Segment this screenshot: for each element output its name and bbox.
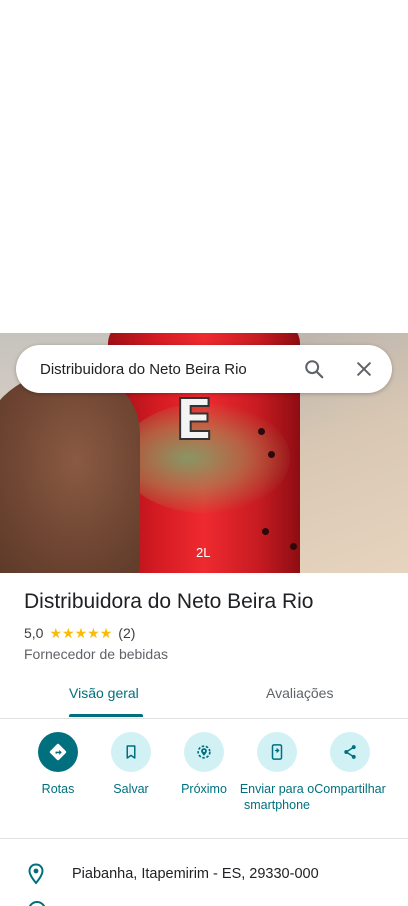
place-page: E 2L Distribuidora do Neto Beira Rio Dis… — [0, 0, 408, 906]
search-icon[interactable] — [302, 357, 326, 381]
info-row-icon — [28, 901, 46, 906]
photo-dot — [290, 543, 297, 550]
photo-hand — [0, 373, 140, 573]
section-divider — [0, 838, 408, 839]
nearby-button[interactable]: Próximo — [165, 732, 243, 797]
share-label: Compartilhar — [314, 782, 386, 796]
place-title: Distribuidora do Neto Beira Rio — [24, 590, 314, 613]
send-to-phone-button[interactable]: Enviar para o smartphone — [238, 732, 316, 813]
reviews-count: (2) — [118, 625, 136, 641]
tab-reviews[interactable]: Avaliações — [266, 685, 333, 701]
close-icon[interactable] — [352, 357, 376, 381]
send-to-phone-icon — [257, 732, 297, 772]
directions-button[interactable]: Rotas — [19, 732, 97, 797]
directions-icon — [38, 732, 78, 772]
directions-label: Rotas — [41, 782, 75, 796]
photo-can-letters: E — [174, 387, 216, 454]
place-category: Fornecedor de bebidas — [24, 646, 168, 662]
star-icon: ★ — [49, 625, 63, 641]
rating-value: 5,0 — [24, 625, 44, 641]
address-text: Piabanha, Itapemirim - ES, 29330-000 — [72, 866, 319, 882]
save-label: Salvar — [113, 782, 149, 796]
tab-bar: Visão geral Avaliações — [0, 672, 408, 719]
bookmark-icon — [111, 732, 151, 772]
save-button[interactable]: Salvar — [92, 732, 170, 797]
star-icon: ★ — [87, 625, 100, 641]
active-tab-indicator — [69, 714, 143, 717]
search-query[interactable]: Distribuidora do Neto Beira Rio — [16, 361, 302, 378]
address-row[interactable]: Piabanha, Itapemirim - ES, 29330-000 — [24, 862, 394, 886]
search-bar[interactable]: Distribuidora do Neto Beira Rio — [16, 345, 392, 393]
photo-dot — [262, 528, 269, 535]
nearby-icon — [184, 732, 224, 772]
star-icon: ★ — [99, 625, 113, 641]
share-icon — [330, 732, 370, 772]
rating-row[interactable]: 5,0 ★ ★ ★ ★ ★ (2) — [24, 625, 135, 641]
photo-can-volume: 2L — [196, 545, 211, 560]
share-button[interactable]: Compartilhar — [311, 732, 389, 797]
star-icon: ★ — [62, 625, 75, 641]
send-to-phone-label: Enviar para o smartphone — [239, 782, 315, 812]
tab-overview[interactable]: Visão geral — [69, 685, 139, 701]
location-pin-icon — [24, 862, 48, 886]
photo-dot — [258, 428, 265, 435]
rating-stars: ★ ★ ★ ★ ★ — [49, 626, 112, 640]
nearby-label: Próximo — [181, 782, 227, 796]
photo-dot — [268, 451, 275, 458]
star-icon: ★ — [74, 625, 88, 641]
